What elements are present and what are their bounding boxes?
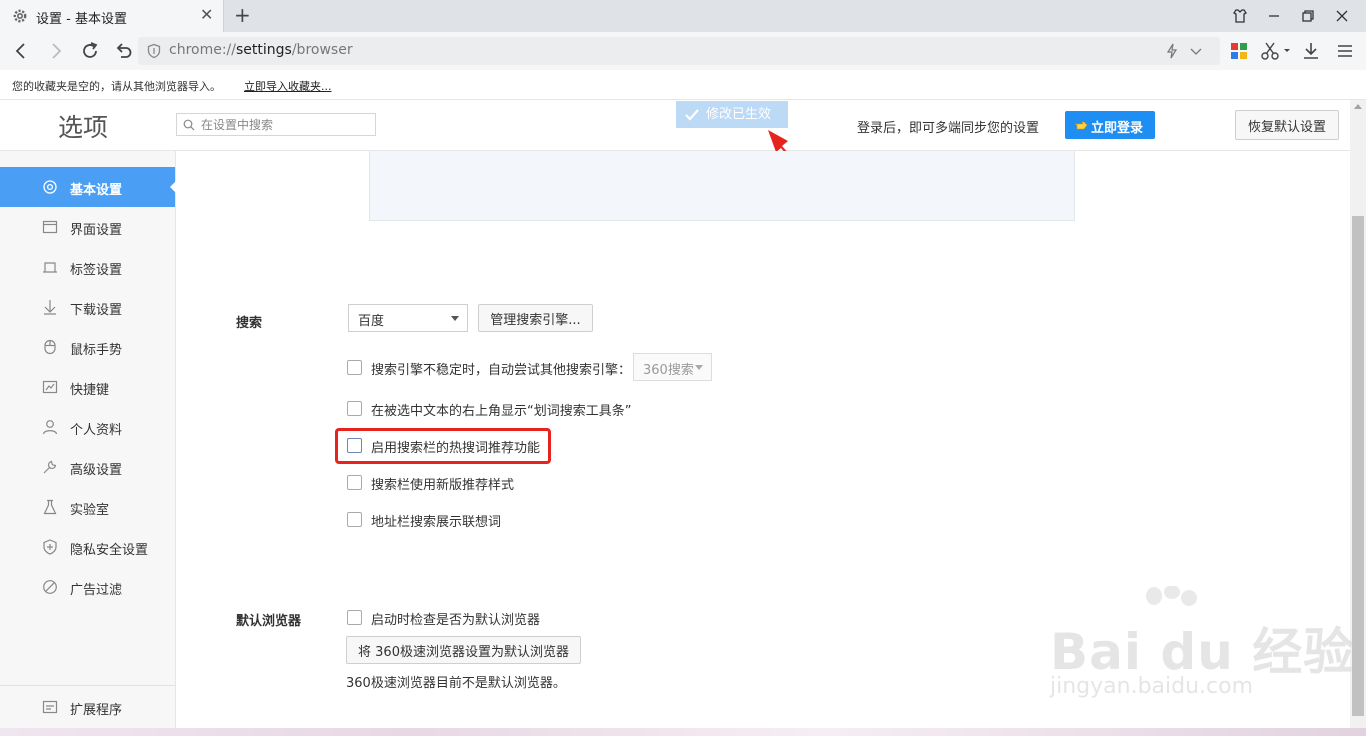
- bookmark-bar: 您的收藏夹是空的，请从其他浏览器导入。 立即导入收藏夹...: [0, 70, 1366, 100]
- sidebar-item-profile[interactable]: 个人资料: [0, 407, 175, 447]
- close-tab-icon[interactable]: ✕: [200, 6, 213, 24]
- user-icon: [42, 420, 58, 435]
- lightning-icon[interactable]: [1164, 43, 1180, 59]
- restore-icon[interactable]: [1298, 6, 1318, 26]
- search-input[interactable]: [201, 115, 371, 134]
- window-icon: [42, 220, 58, 234]
- sidebar-item-mouse-gesture[interactable]: 鼠标手势: [0, 327, 175, 367]
- wrench-icon: [43, 460, 57, 474]
- manage-search-engines-button[interactable]: 管理搜索引擎...: [478, 304, 593, 332]
- close-window-icon[interactable]: [1332, 6, 1352, 26]
- browser-tab[interactable]: 设置 - 基本设置 ✕: [0, 0, 224, 32]
- chevron-down-icon: [695, 365, 703, 370]
- search-icon: [183, 119, 195, 131]
- checkbox[interactable]: [347, 512, 362, 527]
- reload-icon[interactable]: [79, 40, 101, 62]
- search-engine-select[interactable]: 百度: [348, 304, 468, 332]
- scroll-up-icon[interactable]: [1354, 104, 1362, 109]
- fallback-engine-select[interactable]: 360搜索: [633, 353, 712, 381]
- option-new-suggest-style[interactable]: 搜索栏使用新版推荐样式: [347, 474, 547, 493]
- checkbox[interactable]: [347, 401, 362, 416]
- settings-sidebar: 基本设置 界面设置 标签设置 下载设置 鼠标手势 快捷键 个人资料 高级设置 实…: [0, 151, 176, 728]
- page-title: 选项: [58, 113, 109, 142]
- tab-strip: 设置 - 基本设置 ✕ +: [0, 0, 1366, 32]
- block-icon: [43, 580, 57, 594]
- settings-search[interactable]: [176, 113, 376, 136]
- download-icon[interactable]: [1300, 40, 1322, 62]
- navigation-bar: chrome://settings/browser: [0, 32, 1366, 70]
- new-tab-icon[interactable]: +: [234, 3, 251, 27]
- option-check-default-on-start[interactable]: 启动时检查是否为默认浏览器: [347, 609, 567, 628]
- default-browser-status: 360极速浏览器目前不是默认浏览器。: [346, 676, 566, 691]
- tab-title: 设置 - 基本设置: [36, 12, 127, 27]
- check-icon: [685, 109, 699, 121]
- sidebar-item-tabs[interactable]: 标签设置: [0, 247, 175, 287]
- shield-icon: [43, 539, 57, 555]
- sidebar-item-extensions[interactable]: 扩展程序: [0, 687, 175, 727]
- bottom-strip: [0, 728, 1366, 736]
- sidebar-item-download[interactable]: 下载设置: [0, 287, 175, 327]
- baidu-watermark: Bai du 经验 jingyan.baidu.com: [1044, 586, 1353, 706]
- minimize-icon[interactable]: [1264, 6, 1284, 26]
- settings-header: 选项 修改已生效 登录后，即可多端同步您的设置 立即登录 恢复默认设置: [0, 100, 1350, 151]
- search-section-label: 搜索: [236, 316, 263, 331]
- tab-icon: [43, 262, 57, 273]
- sidebar-item-privacy[interactable]: 隐私安全设置: [0, 527, 175, 567]
- annotation-highlight-box: [335, 428, 551, 464]
- chevron-down-icon[interactable]: [1190, 45, 1202, 57]
- default-browser-section-label: 默认浏览器: [236, 614, 302, 629]
- undo-close-icon[interactable]: [113, 40, 135, 62]
- shield-icon: [147, 43, 161, 59]
- checkbox[interactable]: [347, 475, 362, 490]
- gear-icon: [13, 9, 27, 23]
- bookmark-empty-text: 您的收藏夹是空的，请从其他浏览器导入。: [12, 80, 221, 93]
- option-address-bar-suggestions[interactable]: 地址栏搜索展示联想词: [347, 511, 547, 530]
- sync-prompt: 登录后，即可多端同步您的设置: [857, 121, 1040, 136]
- set-default-browser-button[interactable]: 将 360极速浏览器设置为默认浏览器: [346, 636, 581, 664]
- back-icon[interactable]: [10, 40, 32, 62]
- option-selection-toolbar[interactable]: 在被选中文本的右上角显示“划词搜索工具条”: [347, 400, 647, 419]
- target-icon: [43, 180, 57, 194]
- sidebar-item-interface[interactable]: 界面设置: [0, 207, 175, 247]
- shirt-icon[interactable]: [1230, 6, 1250, 26]
- reset-defaults-button[interactable]: 恢复默认设置: [1235, 110, 1339, 140]
- apps-icon[interactable]: [1228, 40, 1250, 62]
- import-bookmarks-link[interactable]: 立即导入收藏夹...: [244, 78, 332, 94]
- flask-icon: [43, 499, 57, 515]
- keyboard-icon: [42, 380, 58, 394]
- sidebar-item-advanced[interactable]: 高级设置: [0, 447, 175, 487]
- url-text: chrome://settings/browser: [169, 42, 353, 58]
- checkbox[interactable]: [347, 610, 362, 625]
- pointing-hand-icon: [1074, 121, 1088, 130]
- sidebar-item-shortcuts[interactable]: 快捷键: [0, 367, 175, 407]
- login-button[interactable]: 立即登录: [1065, 111, 1155, 139]
- forward-icon[interactable]: [45, 40, 67, 62]
- settings-preview-panel: [369, 151, 1075, 221]
- chevron-down-icon: [451, 316, 459, 321]
- sidebar-divider: [0, 685, 175, 686]
- watermark-domain: jingyan.baidu.com: [1050, 674, 1254, 699]
- address-bar[interactable]: chrome://settings/browser: [138, 37, 1220, 65]
- download-icon: [44, 300, 56, 315]
- sidebar-item-lab[interactable]: 实验室: [0, 487, 175, 527]
- sidebar-item-basic[interactable]: 基本设置: [0, 167, 176, 207]
- scissors-icon[interactable]: [1260, 40, 1290, 62]
- checkbox[interactable]: [347, 360, 362, 375]
- menu-icon[interactable]: [1334, 40, 1356, 62]
- extension-icon: [42, 700, 58, 714]
- sidebar-item-adblock[interactable]: 广告过滤: [0, 567, 175, 607]
- option-fallback-engine[interactable]: 搜索引擎不稳定时，自动尝试其他搜索引擎：: [347, 359, 647, 378]
- mouse-icon: [44, 339, 56, 355]
